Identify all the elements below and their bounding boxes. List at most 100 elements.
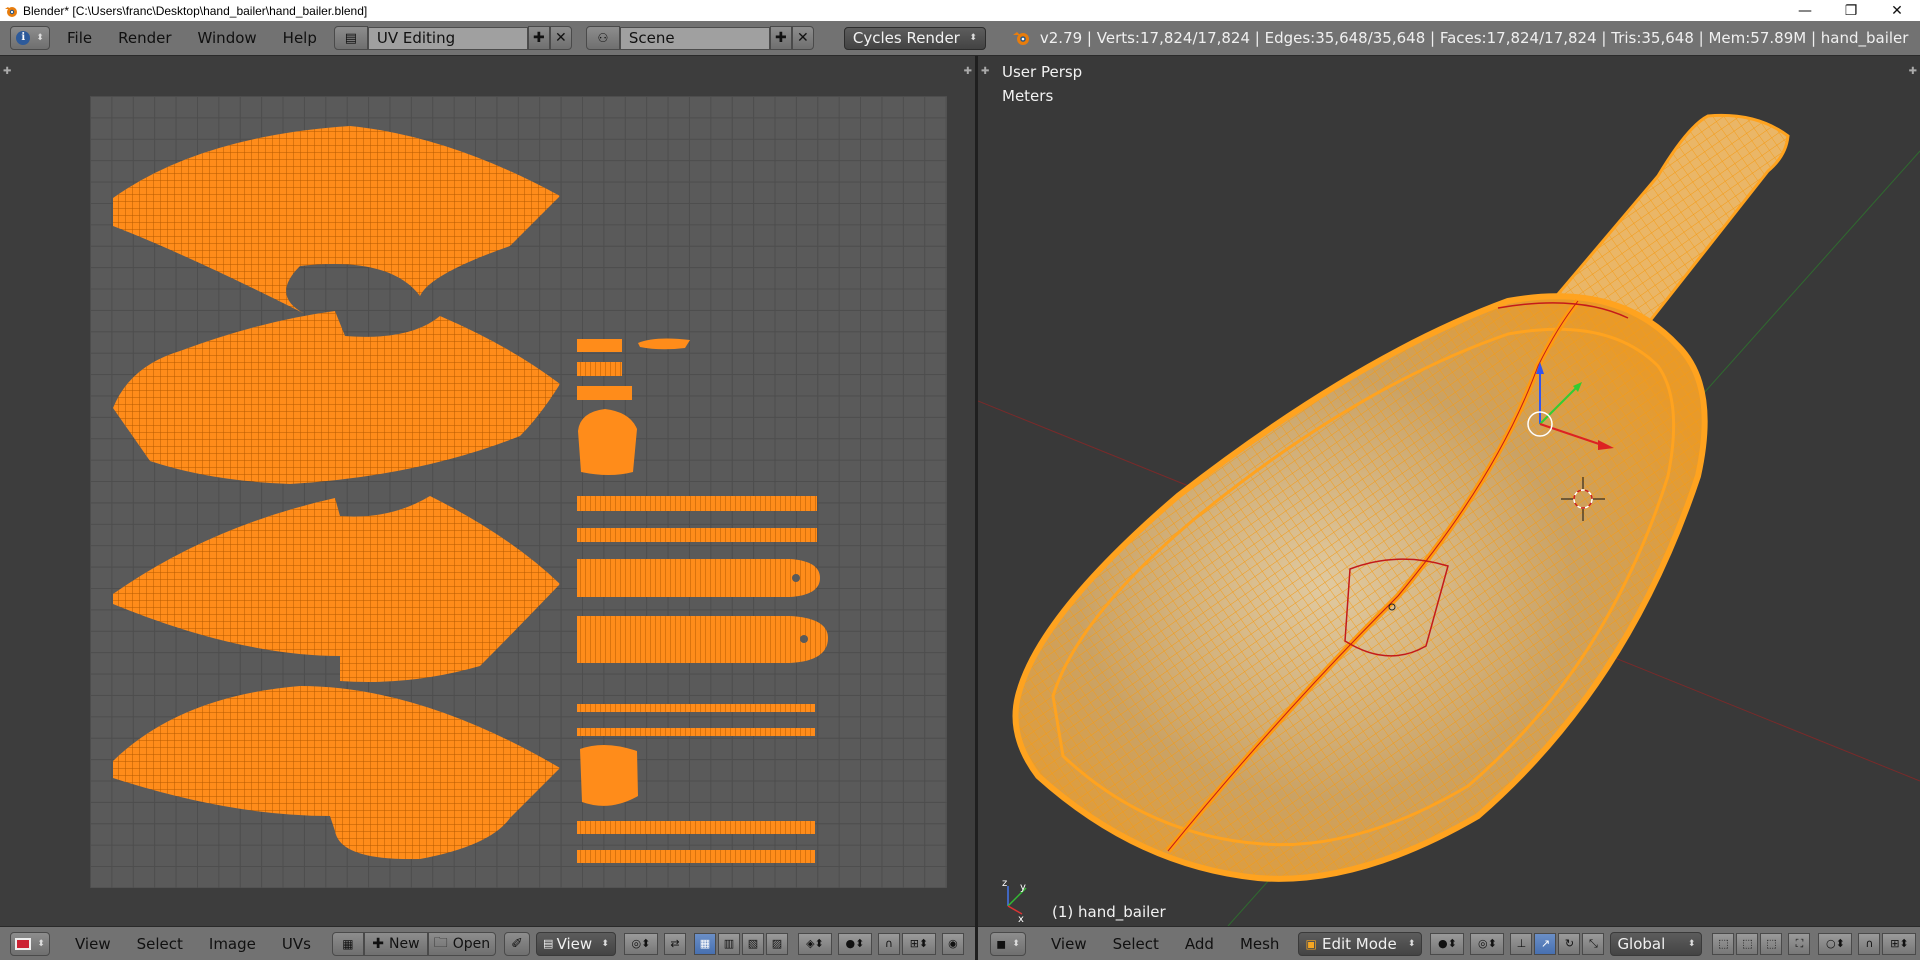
- uv-menu-image[interactable]: Image: [196, 935, 269, 953]
- add-screen-button[interactable]: ✚: [527, 26, 550, 50]
- menu-render[interactable]: Render: [105, 29, 184, 47]
- vertex-select-icon: ⬚: [1718, 937, 1729, 950]
- snap-element-icon: ⊞⬍: [1890, 937, 1909, 950]
- menu-file[interactable]: File: [54, 29, 105, 47]
- transform-orientation-dropdown[interactable]: Global ⬍: [1610, 931, 1703, 956]
- uv-grid-canvas[interactable]: [90, 96, 947, 888]
- image-editor-icon: [15, 937, 32, 950]
- sync-selection-button[interactable]: ⇄: [663, 932, 686, 955]
- uv-menu-uvs[interactable]: UVs: [269, 935, 324, 953]
- updown-arrows-icon: ⬍: [969, 33, 977, 43]
- snap-toggle-button[interactable]: ∩: [1858, 932, 1881, 955]
- pivot-point-dropdown[interactable]: ◎⬍: [1470, 932, 1505, 955]
- occlude-geometry-button[interactable]: ⛶: [1788, 932, 1811, 955]
- 3d-menu-mesh[interactable]: Mesh: [1227, 935, 1293, 953]
- uv-menu-select[interactable]: Select: [124, 935, 196, 953]
- image-browse-button[interactable]: ▦: [331, 931, 364, 956]
- close-window-button[interactable]: ✕: [1874, 0, 1920, 21]
- pin-icon: ✐: [511, 935, 523, 952]
- maximize-button[interactable]: ❐: [1828, 0, 1874, 21]
- scene-icon: ⚇: [597, 31, 609, 45]
- viewport-scene[interactable]: z y x: [978, 56, 1920, 926]
- open-image-label: Open: [452, 935, 491, 952]
- pivot-point-button[interactable]: ◎⬍: [623, 932, 658, 955]
- interaction-mode-dropdown[interactable]: ▣ Edit Mode ⬍: [1298, 931, 1423, 956]
- add-scene-button[interactable]: ✚: [769, 26, 792, 50]
- screen-layout-icon: ▤: [344, 30, 358, 46]
- sticky-select-icon: ◈⬍: [806, 937, 824, 950]
- pin-image-button[interactable]: ✐: [503, 931, 530, 956]
- render-preview-button[interactable]: ◉: [941, 932, 964, 955]
- render-engine-dropdown[interactable]: Cycles Render ⬍: [843, 26, 986, 50]
- layer-1-button[interactable]: ⬚: [1712, 932, 1735, 955]
- edge-select-button[interactable]: ▥: [717, 932, 740, 955]
- uv-islands[interactable]: [90, 96, 947, 888]
- screen-layout-browse-button[interactable]: ▤: [333, 26, 368, 50]
- proportional-editing-dropdown[interactable]: ○⬍: [1818, 932, 1853, 955]
- 3d-menu-select[interactable]: Select: [1100, 935, 1172, 953]
- edge-select-icon: ▥: [723, 937, 735, 950]
- uv-island-fan-4[interactable]: [113, 686, 560, 860]
- 3d-menu-add[interactable]: Add: [1172, 935, 1227, 953]
- edge-select-mode-button[interactable]: ⬚: [1736, 932, 1759, 955]
- scene-browse-button[interactable]: ⚇: [585, 26, 620, 50]
- active-object-label: (1) hand_bailer: [1052, 903, 1166, 921]
- menu-help[interactable]: Help: [270, 29, 330, 47]
- blender-logo-icon: [1012, 32, 1029, 45]
- sticky-select-dropdown[interactable]: ◈⬍: [797, 932, 832, 955]
- camera-icon: ◉: [948, 937, 958, 950]
- uv-island-fan-2[interactable]: [113, 311, 560, 484]
- 3d-viewport[interactable]: ✚ ✚ User Persp Meters z y x (1) hand_bai…: [978, 56, 1920, 926]
- scene-field[interactable]: Scene: [619, 26, 770, 50]
- area-split-icon[interactable]: ✚: [3, 66, 11, 77]
- uv-island-fan-3[interactable]: [113, 496, 560, 682]
- uv-island-fan-1[interactable]: [113, 126, 560, 314]
- minimize-icon: —: [1798, 2, 1812, 19]
- editor-type-uv-button[interactable]: ⬍: [10, 931, 50, 956]
- edit-mode-icon: ▣: [1305, 936, 1317, 951]
- delete-screen-button[interactable]: ✕: [549, 26, 572, 50]
- arrow-icon: ↗: [1540, 937, 1551, 950]
- face-select-mode-button[interactable]: ⬚: [1760, 932, 1783, 955]
- scale-manipulator-button[interactable]: ⤡: [1582, 932, 1605, 955]
- minimize-button[interactable]: —: [1782, 0, 1828, 21]
- bailer-bowl-mesh[interactable]: [1012, 293, 1708, 882]
- menu-window[interactable]: Window: [185, 29, 270, 47]
- manipulator-icon: ⊥: [1516, 937, 1527, 950]
- sync-icon: ⇄: [670, 937, 680, 950]
- manipulator-toggle-button[interactable]: ⊥: [1510, 932, 1533, 955]
- uv-image-editor[interactable]: ✚ ✚: [0, 56, 975, 926]
- island-select-button[interactable]: ▨: [765, 932, 788, 955]
- translate-manipulator-button[interactable]: ↗: [1534, 932, 1557, 955]
- plus-icon: ✚: [372, 935, 385, 952]
- viewport-shading-dropdown[interactable]: ●⬍: [1430, 932, 1465, 955]
- vertex-select-button[interactable]: ▦: [693, 932, 716, 955]
- window-title: Blender* [C:\Users\franc\Desktop\hand_ba…: [23, 3, 368, 18]
- svg-text:z: z: [1002, 878, 1007, 889]
- snap-toggle-button[interactable]: ∩: [877, 932, 900, 955]
- uv-mode-dropdown[interactable]: ▤ View ⬍: [535, 931, 616, 956]
- snap-element-icon: ⊞⬍: [909, 937, 929, 950]
- uv-small-islands[interactable]: [577, 338, 828, 863]
- face-select-icon: ▧: [747, 937, 759, 950]
- snap-element-dropdown[interactable]: ⊞⬍: [901, 932, 936, 955]
- updown-arrows-icon: ⬍: [36, 33, 44, 43]
- edge-select-icon: ⬚: [1742, 937, 1753, 950]
- scene-statistics: v2.79 | Verts:17,824/17,824 | Edges:35,6…: [1039, 29, 1909, 47]
- svg-text:y: y: [1020, 882, 1026, 893]
- rotate-manipulator-button[interactable]: ↻: [1558, 932, 1581, 955]
- face-select-button[interactable]: ▧: [741, 932, 764, 955]
- uv-menu-view[interactable]: View: [62, 935, 124, 953]
- snap-element-dropdown[interactable]: ⊞⬍: [1882, 932, 1917, 955]
- area-split-icon[interactable]: ✚: [964, 66, 972, 77]
- editor-type-info-button[interactable]: i ⬍: [10, 26, 50, 50]
- new-image-button[interactable]: ✚ New: [363, 931, 428, 956]
- delete-scene-button[interactable]: ✕: [791, 26, 814, 50]
- proportional-edit-dropdown[interactable]: ●⬍: [837, 932, 872, 955]
- editor-type-3d-button[interactable]: ◼ ⬍: [990, 931, 1026, 956]
- screen-layout-field[interactable]: UV Editing: [367, 26, 528, 50]
- 3d-menu-view[interactable]: View: [1038, 935, 1100, 953]
- 3d-view-header: ◼ ⬍ View Select Add Mesh ▣ Edit Mode ⬍ ●…: [978, 926, 1920, 960]
- open-image-button[interactable]: 🗀 Open: [427, 931, 496, 956]
- info-icon: i: [16, 31, 31, 45]
